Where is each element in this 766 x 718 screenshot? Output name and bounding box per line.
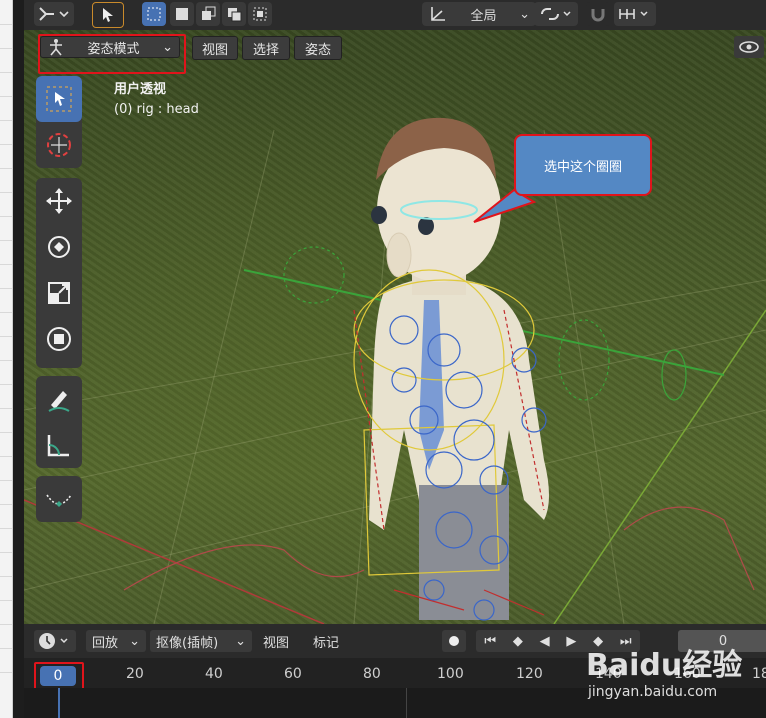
snap-increment-icon xyxy=(619,9,648,19)
timeline-marker-menu[interactable]: 标记 xyxy=(306,630,346,652)
transform-orientation-label: 全局 xyxy=(470,8,497,24)
scale-icon xyxy=(48,282,70,304)
chevron-down-icon: ⌄ xyxy=(235,633,246,649)
pivot-link-icon xyxy=(541,8,571,20)
ruler-icon xyxy=(47,435,69,457)
timeline-view-menu[interactable]: 视图 xyxy=(256,630,296,652)
transform-tool[interactable] xyxy=(36,316,82,362)
chevron-down-icon: ⌄ xyxy=(519,6,530,22)
menu-view[interactable]: 视图 xyxy=(192,36,238,60)
frame-tick: 60 xyxy=(284,666,302,682)
annotate-tool[interactable] xyxy=(36,376,82,422)
prev-keyframe-icon[interactable]: ◆ xyxy=(513,634,523,649)
snap-target-dropdown[interactable] xyxy=(614,2,656,26)
tool-group-annotate xyxy=(36,376,82,468)
chevron-down-icon: ⌄ xyxy=(129,633,140,649)
clock-icon xyxy=(39,633,68,649)
move-tool[interactable] xyxy=(36,178,82,224)
transform-orientation-dropdown[interactable]: 全局 ⌄ xyxy=(422,2,536,26)
scale-tool[interactable] xyxy=(36,270,82,316)
keying-dropdown[interactable]: 抠像(插帧) ⌄ xyxy=(150,630,252,652)
cursor-tool[interactable] xyxy=(36,122,82,168)
play-reverse-icon[interactable]: ◀ xyxy=(540,634,550,649)
frame-tick: 120 xyxy=(516,666,543,682)
move-arrows-icon xyxy=(46,188,72,214)
select-mode-intersect-icon[interactable] xyxy=(248,2,272,26)
watermark: Baidu经验 jingyan.baidu.com xyxy=(586,640,756,706)
relax-tool[interactable] xyxy=(36,476,82,522)
pivot-point-dropdown[interactable] xyxy=(534,2,578,26)
current-frame-marker[interactable]: 0 xyxy=(40,666,76,686)
jump-start-icon[interactable]: ⏮ xyxy=(484,634,496,649)
select-box-icon xyxy=(46,86,72,112)
view-name: 用户透视 xyxy=(114,82,167,97)
callout-text: 选中这个圈圈 xyxy=(543,159,622,175)
watermark-url: jingyan.baidu.com xyxy=(588,684,718,700)
watermark-brand: Baidu经验 xyxy=(586,648,743,683)
menu-pose[interactable]: 姿态 xyxy=(294,36,342,60)
tool-group-curve xyxy=(36,476,82,522)
pencil-icon xyxy=(48,391,70,412)
playback-dropdown[interactable]: 回放 ⌄ xyxy=(86,630,146,652)
background-window-edge xyxy=(0,0,13,718)
select-mode-new-icon[interactable] xyxy=(142,2,166,26)
rotate-tool[interactable] xyxy=(36,224,82,270)
frame-tick: 40 xyxy=(205,666,223,682)
timeline-editor-dropdown[interactable] xyxy=(34,630,76,652)
rotate-icon xyxy=(48,236,70,258)
menu-select[interactable]: 选择 xyxy=(242,36,290,60)
frame-tick: 100 xyxy=(437,666,464,682)
measure-tool[interactable] xyxy=(36,422,82,468)
scene-render xyxy=(24,117,766,624)
select-mode-extend-icon[interactable] xyxy=(170,2,194,26)
editor-type-icon xyxy=(39,7,69,21)
transform-icon xyxy=(47,327,71,351)
viewport-top-toolbar: 全局 ⌄ xyxy=(24,0,766,30)
end-frame-line xyxy=(406,688,407,718)
snap-magnet-icon[interactable] xyxy=(586,2,610,26)
tool-group-transform xyxy=(36,178,82,368)
playback-label: 回放 xyxy=(92,635,119,651)
select-tool-icon[interactable] xyxy=(92,2,124,28)
visibility-eye-icon[interactable] xyxy=(734,36,764,58)
annotation-callout: 选中这个圈圈 xyxy=(514,134,652,196)
editor-type-dropdown[interactable] xyxy=(34,2,74,26)
select-box-tool[interactable] xyxy=(36,76,82,122)
select-mode-invert-icon[interactable] xyxy=(222,2,246,26)
frame-tick: 20 xyxy=(126,666,144,682)
play-icon[interactable]: ▶ xyxy=(566,634,576,649)
active-object-label: (0) rig : head xyxy=(114,102,199,117)
playhead-line xyxy=(58,688,60,718)
orientation-axes-icon xyxy=(431,7,445,21)
select-mode-subtract-icon[interactable] xyxy=(196,2,220,26)
highlight-box-mode xyxy=(38,34,186,74)
tool-group-select xyxy=(36,76,82,168)
record-icon[interactable] xyxy=(442,630,466,652)
cursor-icon xyxy=(47,133,71,157)
3d-viewport[interactable]: 姿态模式 ⌄ 视图 选择 姿态 用户透视 (0) rig : head 选中这个… xyxy=(24,30,766,624)
keying-label: 抠像(插帧) xyxy=(156,635,219,651)
curve-icon xyxy=(46,494,72,507)
frame-tick: 80 xyxy=(363,666,381,682)
